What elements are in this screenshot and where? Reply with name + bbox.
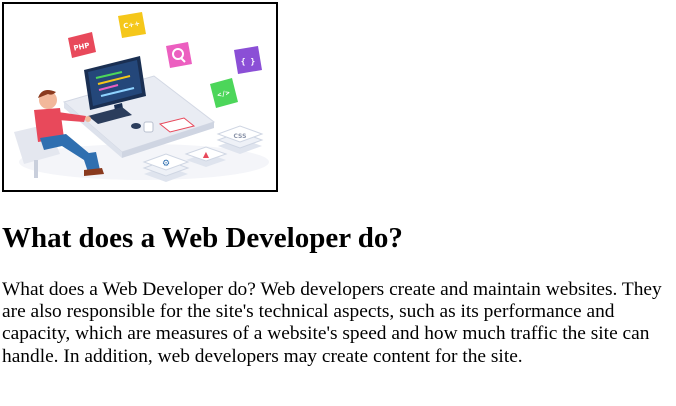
braces-badge: { } <box>234 46 262 74</box>
code-tag-badge: </> <box>210 78 238 108</box>
warning-icon: ▲ <box>203 150 210 159</box>
search-badge <box>166 42 192 68</box>
mouse <box>131 123 141 129</box>
php-badge: PHP <box>68 32 96 58</box>
coffee-mug <box>143 121 154 133</box>
page-heading: What does a Web Developer do? <box>2 222 403 254</box>
article-paragraph: What does a Web Developer do? Web develo… <box>2 279 662 367</box>
cpp-badge: C++ <box>118 12 146 38</box>
chair-leg <box>34 160 38 178</box>
web-developer-illustration: ⚙ ▲ CSS PHP C++ { } </> <box>14 12 269 182</box>
person-hand <box>85 116 91 122</box>
braces-label: { } <box>241 57 256 66</box>
css-label: CSS <box>234 133 247 140</box>
gear-icon: ⚙ <box>162 159 170 169</box>
hero-illustration: ⚙ ▲ CSS PHP C++ { } </> <box>2 2 278 192</box>
